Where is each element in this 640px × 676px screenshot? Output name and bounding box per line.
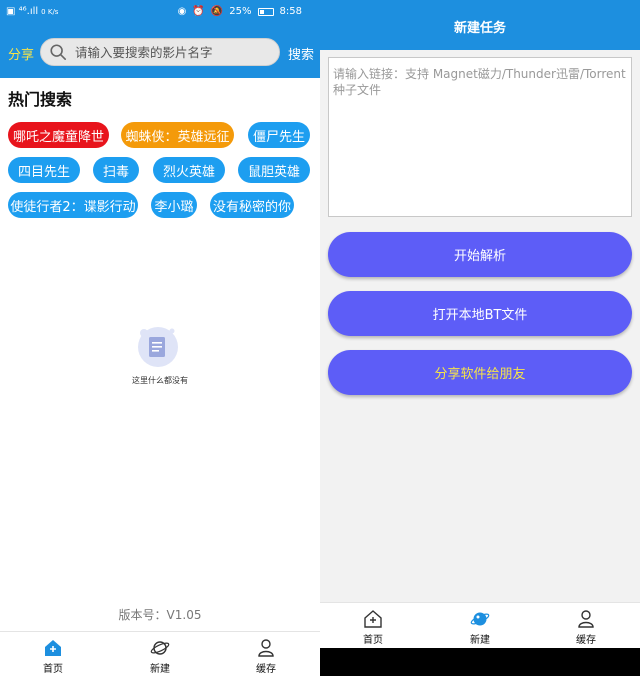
hot-search-title: 热门搜索 (8, 90, 73, 109)
planet-icon (470, 612, 490, 626)
link-input[interactable] (328, 57, 632, 217)
system-bar (320, 648, 640, 676)
search-button[interactable]: 搜索 (288, 44, 314, 63)
nav-home[interactable]: 首页 (28, 638, 78, 675)
planet-icon (150, 641, 170, 655)
alarm-icon: ⏰ (192, 6, 205, 17)
mute-icon: 🔕 (210, 6, 224, 17)
nav-new[interactable]: 新建 (455, 609, 505, 646)
bottom-nav: 首页 新建 缓存 (0, 631, 320, 676)
screen: ▣ ⁴⁶.ıll 0 K/s ◉ ⏰ 🔕 25% 8:58 分享 搜索 (0, 0, 640, 676)
bottom-nav: 首页 新建 缓存 (320, 602, 640, 648)
home-icon (364, 610, 382, 628)
new-task-screen: 新建任务 开始解析 打开本地BT文件 分享软件给朋友 首页 新建 (320, 0, 640, 676)
user-icon (578, 610, 594, 628)
version-label: 版本号：V1.05 (118, 608, 202, 622)
start-parse-button[interactable]: 开始解析 (328, 232, 632, 277)
search-box[interactable] (40, 38, 280, 66)
empty-box-icon (138, 327, 178, 367)
user-icon (258, 639, 274, 657)
net-speed: 0 K/s (41, 8, 59, 16)
nav-label: 新建 (470, 635, 490, 646)
hot-tag[interactable]: 哪吒之魔童降世 (8, 122, 109, 148)
search-icon (50, 44, 67, 61)
hot-tag[interactable]: 僵尸先生 (248, 122, 310, 148)
nav-home[interactable]: 首页 (348, 609, 398, 646)
nav-label: 首页 (43, 664, 63, 675)
share-app-button[interactable]: 分享软件给朋友 (328, 350, 632, 395)
home-icon (45, 640, 61, 656)
page-title: 新建任务 (453, 21, 506, 36)
hot-tag[interactable]: 烈火英雄 (153, 157, 225, 183)
empty-state-text: 这里什么都没有 (132, 376, 188, 385)
home-screen: ▣ ⁴⁶.ıll 0 K/s ◉ ⏰ 🔕 25% 8:58 分享 搜索 (0, 0, 320, 676)
hot-tag[interactable]: 没有秘密的你 (210, 192, 294, 218)
nav-cache[interactable]: 缓存 (561, 609, 611, 646)
hot-tag[interactable]: 蜘蛛侠：英雄远征 (121, 122, 234, 148)
search-input[interactable] (75, 43, 271, 61)
hot-tag[interactable]: 鼠胆英雄 (238, 157, 310, 183)
hot-tag[interactable]: 使徒行者2：谍影行动 (8, 192, 138, 218)
nav-label: 缓存 (256, 664, 276, 675)
open-bt-file-button[interactable]: 打开本地BT文件 (328, 291, 632, 336)
eye-icon: ◉ (177, 6, 187, 17)
status-left: ▣ ⁴⁶.ıll 0 K/s (6, 6, 58, 18)
status-right: ◉ ⏰ 🔕 25% 8:58 (178, 6, 302, 18)
share-button[interactable]: 分享 (8, 44, 34, 63)
signal-icon: ▣ ⁴⁶.ıll (6, 6, 39, 17)
nav-label: 缓存 (576, 635, 596, 646)
hot-tag[interactable]: 扫毒 (93, 157, 139, 183)
nav-cache[interactable]: 缓存 (241, 638, 291, 675)
nav-new[interactable]: 新建 (135, 638, 185, 675)
battery-percent: 25% (229, 6, 252, 17)
hot-tag[interactable]: 四目先生 (8, 157, 80, 183)
nav-label: 新建 (150, 664, 170, 675)
battery-icon (257, 8, 274, 16)
nav-label: 首页 (363, 635, 383, 646)
search-bar: 分享 搜索 (0, 26, 320, 78)
clock: 8:58 (279, 6, 302, 17)
hot-tag[interactable]: 李小璐 (151, 192, 197, 218)
status-bar: ▣ ⁴⁶.ıll 0 K/s ◉ ⏰ 🔕 25% 8:58 (0, 0, 320, 26)
header: 新建任务 (320, 0, 640, 50)
